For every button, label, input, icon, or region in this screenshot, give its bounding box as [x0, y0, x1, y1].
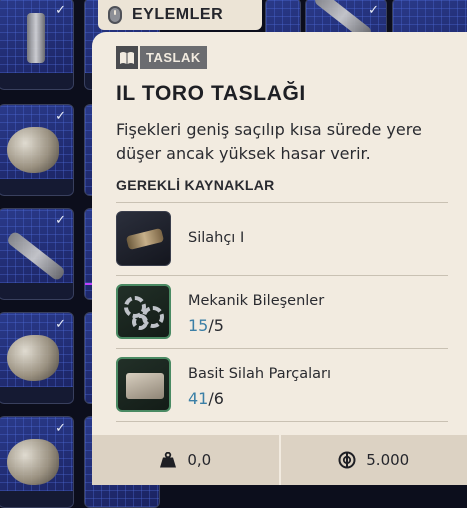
item-footer: 0,0 5.000	[92, 435, 467, 485]
gears-icon	[116, 284, 171, 339]
item-image	[7, 335, 59, 381]
requirement-count: 15/5	[188, 316, 224, 335]
mouse-icon	[108, 6, 122, 24]
requirement-count: 41/6	[188, 389, 224, 408]
badge-label: TASLAK	[140, 46, 207, 69]
requirement-name: Basit Silah Parçaları	[188, 366, 331, 382]
item-title: IL TORO TASLAĞI	[116, 82, 306, 106]
check-icon: ✓	[368, 3, 379, 18]
count-need: 5	[214, 316, 224, 335]
requirements-list: Silahçı I Mekanik Bileşenler 15/5 Basit …	[116, 202, 448, 422]
item-image	[7, 439, 59, 485]
item-image	[7, 127, 59, 173]
coin-icon	[338, 451, 356, 469]
weight-value: 0,0	[187, 451, 211, 469]
price-value: 5.000	[366, 451, 409, 469]
requirement-item[interactable]: Mekanik Bileşenler 15/5	[116, 275, 448, 348]
check-icon: ✓	[55, 421, 66, 436]
check-icon: ✓	[55, 213, 66, 228]
weapon-parts-box-icon	[116, 357, 171, 412]
item-image	[6, 230, 67, 282]
actions-tab[interactable]: EYLEMLER	[98, 0, 262, 30]
price-cell: 5.000	[281, 435, 467, 485]
actions-label: EYLEMLER	[132, 6, 223, 24]
category-badge: TASLAK	[116, 46, 207, 69]
item-detail-panel: TASLAK IL TORO TASLAĞI Fişekleri geniş s…	[92, 32, 467, 485]
requirement-item[interactable]: Basit Silah Parçaları 41/6	[116, 348, 448, 422]
requirement-name: Silahçı I	[188, 230, 244, 246]
inventory-slot[interactable]: ✓	[0, 312, 74, 404]
item-description: Fişekleri geniş saçılıp kısa sürede yere…	[116, 118, 446, 166]
weight-icon	[159, 452, 177, 468]
inventory-slot[interactable]: ✓	[0, 104, 74, 196]
item-image	[27, 13, 45, 63]
inventory-slot[interactable]: ✓	[0, 208, 74, 300]
check-icon: ✓	[55, 3, 66, 18]
check-icon: ✓	[55, 109, 66, 124]
count-have: 41	[188, 389, 208, 408]
book-icon	[116, 46, 138, 69]
inventory-slot[interactable]: ✓	[0, 0, 74, 90]
requirement-item[interactable]: Silahçı I	[116, 202, 448, 275]
requirement-name: Mekanik Bileşenler	[188, 293, 324, 309]
count-need: 6	[214, 389, 224, 408]
check-icon: ✓	[55, 317, 66, 332]
weapon-part-icon	[116, 211, 171, 266]
weight-cell: 0,0	[92, 435, 279, 485]
count-have: 15	[188, 316, 208, 335]
inventory-slot[interactable]: ✓	[0, 416, 74, 508]
requirements-header: GEREKLİ KAYNAKLAR	[116, 177, 275, 193]
